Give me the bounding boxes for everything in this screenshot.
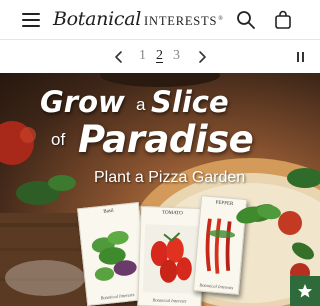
headline-paradise: Paradise	[78, 118, 254, 161]
packet-brand: Botanical Interests	[152, 297, 187, 304]
tomato-illustration	[142, 224, 200, 295]
headline-a: a	[136, 95, 146, 114]
pause-icon[interactable]	[297, 52, 305, 62]
packet-brand: Botanical Interests	[199, 282, 234, 291]
site-logo[interactable]: Botanical INTERESTS®	[53, 8, 224, 34]
pepper-illustration	[205, 218, 236, 274]
slide-page-2[interactable]: 2	[155, 48, 164, 64]
chevron-left-icon[interactable]	[112, 50, 126, 64]
basil-illustration	[91, 230, 137, 281]
logo-script-text: Botanical	[53, 8, 142, 30]
headline-slice: Slice	[151, 85, 229, 119]
site-header: Botanical INTERESTS®	[0, 0, 320, 40]
hero-subtitle: Plant a Pizza Garden	[94, 169, 246, 186]
basil-sprig-decoration	[236, 204, 281, 224]
registered-mark: ®	[218, 15, 224, 22]
slide-pagination: 1 2 3	[138, 48, 181, 64]
headline-of: of	[51, 130, 66, 149]
slide-page-3[interactable]: 3	[172, 48, 181, 64]
hero-banner[interactable]: Grow a Slice of Paradise Plant a Pizza G…	[0, 73, 320, 306]
slideshow-controls: 1 2 3	[0, 41, 320, 73]
packet-title: TOMATO	[161, 210, 183, 217]
favorite-badge[interactable]	[290, 276, 320, 306]
slide-page-1[interactable]: 1	[138, 48, 147, 64]
chevron-right-icon[interactable]	[195, 50, 209, 64]
shopping-bag-icon[interactable]	[273, 10, 293, 30]
hamburger-menu-icon[interactable]	[22, 12, 40, 28]
star-icon	[298, 284, 312, 298]
search-icon[interactable]	[236, 10, 256, 30]
headline-grow: Grow	[40, 85, 125, 119]
packet-title: Basil	[103, 208, 114, 215]
logo-caps-text: INTERESTS®	[144, 14, 224, 28]
